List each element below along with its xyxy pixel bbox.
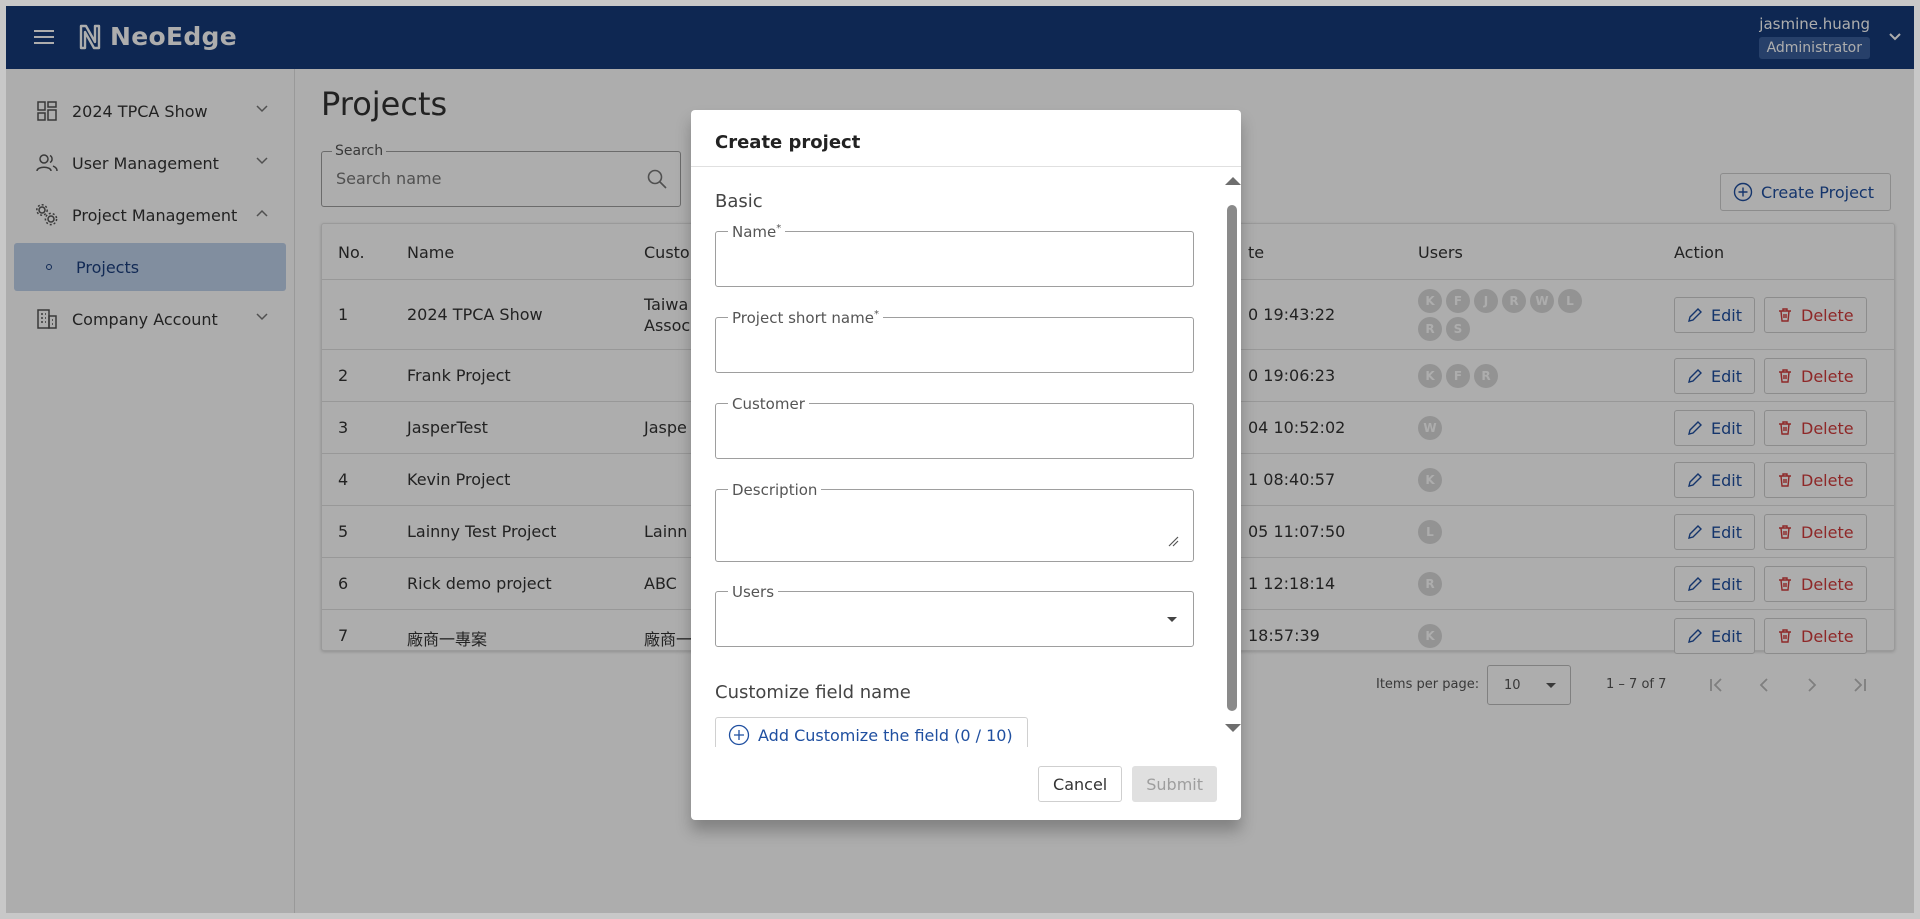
section-title-basic: Basic	[715, 191, 763, 212]
dropdown-arrow-icon	[1167, 617, 1177, 622]
customer-label: Customer	[728, 395, 809, 413]
submit-button[interactable]: Submit	[1132, 766, 1217, 802]
scrollbar-thumb[interactable]	[1227, 205, 1237, 711]
dialog-scrollbar[interactable]	[1223, 167, 1241, 747]
customer-field[interactable]: Customer	[715, 395, 1194, 459]
description-field[interactable]: Description	[715, 481, 1194, 562]
add-customize-field-label: Add Customize the field (0 / 10)	[758, 725, 1013, 745]
resize-handle-icon[interactable]	[1167, 535, 1179, 547]
add-circle-icon	[728, 724, 750, 746]
users-label: Users	[728, 583, 779, 601]
dialog-title: Create project	[715, 132, 861, 153]
add-customize-field-button[interactable]: Add Customize the field (0 / 10)	[715, 717, 1028, 747]
cancel-button[interactable]: Cancel	[1038, 766, 1123, 802]
section-title-customize: Customize field name	[715, 682, 911, 703]
dialog-actions: Cancel Submit	[1038, 766, 1217, 802]
scroll-down-arrow-icon[interactable]	[1225, 724, 1241, 732]
create-project-dialog: Create project Basic Name* Project short…	[691, 110, 1241, 820]
name-label: Name*	[728, 223, 786, 241]
name-field[interactable]: Name*	[715, 223, 1194, 287]
dialog-body: Basic Name* Project short name* Customer…	[691, 167, 1241, 747]
users-select[interactable]: Users	[715, 583, 1194, 647]
scroll-up-arrow-icon[interactable]	[1225, 177, 1241, 185]
description-label: Description	[728, 481, 822, 499]
project-short-name-label: Project short name*	[728, 309, 883, 327]
project-short-name-field[interactable]: Project short name*	[715, 309, 1194, 373]
app-window: NeoEdge jasmine.huang Administrator 2024…	[6, 6, 1914, 913]
